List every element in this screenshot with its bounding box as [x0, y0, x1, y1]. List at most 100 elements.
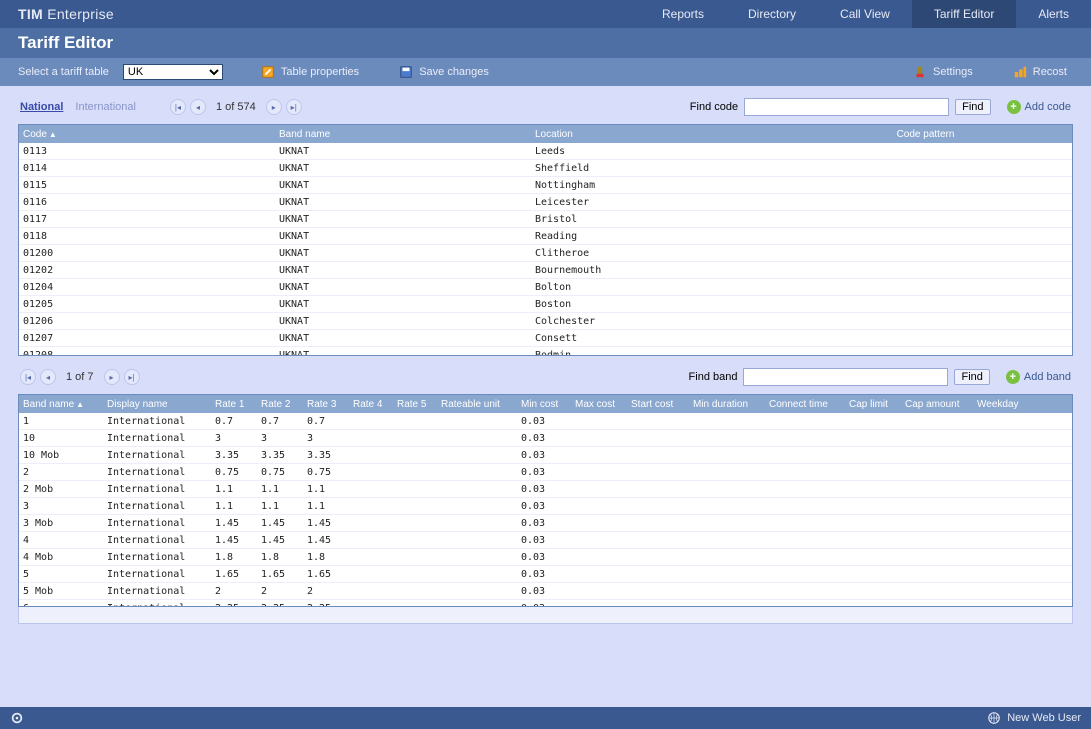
- cell-rate1: 1.8: [211, 552, 257, 563]
- table-row[interactable]: 0116UKNATLeicester: [19, 194, 1072, 211]
- table-row[interactable]: 0114UKNATSheffield: [19, 160, 1072, 177]
- bands-grid-body[interactable]: 1International0.70.70.70.0310Internation…: [19, 413, 1072, 606]
- settings-button[interactable]: Settings: [907, 63, 979, 81]
- table-properties-button[interactable]: Table properties: [255, 63, 365, 81]
- nav-tariff-editor[interactable]: Tariff Editor: [912, 0, 1016, 28]
- find-band-button[interactable]: Find: [954, 369, 989, 385]
- cell-rate2: 2: [257, 586, 303, 597]
- table-row[interactable]: 10International3330.03: [19, 430, 1072, 447]
- table-row[interactable]: 5 MobInternational2220.03: [19, 583, 1072, 600]
- codes-grid-body[interactable]: 0113UKNATLeeds0114UKNATSheffield0115UKNA…: [19, 143, 1072, 355]
- cell-rate2: 1.8: [257, 552, 303, 563]
- bands-header-cap-limit[interactable]: Cap limit: [845, 399, 901, 410]
- table-row[interactable]: 0113UKNATLeeds: [19, 143, 1072, 160]
- cell-min-cost: 0.03: [517, 450, 571, 461]
- codes-header-code[interactable]: Code▲: [19, 129, 275, 140]
- cell-location: Nottingham: [531, 180, 779, 191]
- cell-min-cost: 0.03: [517, 433, 571, 444]
- nav-reports[interactable]: Reports: [640, 0, 726, 28]
- table-row[interactable]: 01208UKNATBodmin: [19, 347, 1072, 355]
- table-row[interactable]: 01207UKNATConsett: [19, 330, 1072, 347]
- bands-header-min-duration[interactable]: Min duration: [689, 399, 765, 410]
- table-row[interactable]: 3International1.11.11.10.03: [19, 498, 1072, 515]
- cell-code: 01200: [19, 248, 275, 259]
- table-row[interactable]: 2International0.750.750.750.03: [19, 464, 1072, 481]
- bands-header-rate1[interactable]: Rate 1: [211, 399, 257, 410]
- bands-header-rate5[interactable]: Rate 5: [393, 399, 437, 410]
- cell-min-cost: 0.03: [517, 501, 571, 512]
- table-row[interactable]: 01205UKNATBoston: [19, 296, 1072, 313]
- codes-pager-next[interactable]: ▸: [266, 99, 282, 115]
- codes-controls: National International |◂ ◂ 1 of 574 ▸ ▸…: [18, 96, 1073, 118]
- location-tabs: National International: [20, 101, 136, 113]
- table-row[interactable]: 4International1.451.451.450.03: [19, 532, 1072, 549]
- bands-header-rateable-unit[interactable]: Rateable unit: [437, 399, 517, 410]
- add-band-link[interactable]: + Add band: [1006, 370, 1071, 384]
- table-row[interactable]: 2 MobInternational1.11.11.10.03: [19, 481, 1072, 498]
- table-row[interactable]: 4 MobInternational1.81.81.80.03: [19, 549, 1072, 566]
- cell-rate3: 0.75: [303, 467, 349, 478]
- save-icon: [399, 65, 413, 79]
- bands-header-cap-amount[interactable]: Cap amount: [901, 399, 973, 410]
- cell-min-cost: 0.03: [517, 467, 571, 478]
- gear-icon[interactable]: [10, 711, 24, 725]
- codes-header-band[interactable]: Band name: [275, 129, 531, 140]
- table-row[interactable]: 5International1.651.651.650.03: [19, 566, 1072, 583]
- codes-pager-prev[interactable]: ◂: [190, 99, 206, 115]
- bands-header-display[interactable]: Display name: [103, 399, 211, 410]
- tab-national[interactable]: National: [20, 101, 63, 113]
- tab-international[interactable]: International: [75, 101, 136, 113]
- table-row[interactable]: 10 MobInternational3.353.353.350.03: [19, 447, 1072, 464]
- cell-rate3: 1.65: [303, 569, 349, 580]
- cell-code: 0116: [19, 197, 275, 208]
- page-title: Tariff Editor: [18, 33, 113, 53]
- table-row[interactable]: 01206UKNATColchester: [19, 313, 1072, 330]
- nav-call-view[interactable]: Call View: [818, 0, 912, 28]
- bands-header-min-cost[interactable]: Min cost: [517, 399, 571, 410]
- table-row[interactable]: 01202UKNATBournemouth: [19, 262, 1072, 279]
- bands-header-start-cost[interactable]: Start cost: [627, 399, 689, 410]
- add-code-link[interactable]: + Add code: [1007, 100, 1071, 114]
- bands-header-band[interactable]: Band name▲: [19, 399, 103, 410]
- table-row[interactable]: 0117UKNATBristol: [19, 211, 1072, 228]
- table-row[interactable]: 01204UKNATBolton: [19, 279, 1072, 296]
- bands-pager-first[interactable]: |◂: [20, 369, 36, 385]
- bands-pager-next[interactable]: ▸: [104, 369, 120, 385]
- bands-header-max-cost[interactable]: Max cost: [571, 399, 627, 410]
- bands-header-rate4[interactable]: Rate 4: [349, 399, 393, 410]
- tariff-table-select[interactable]: UK: [123, 64, 223, 80]
- table-row[interactable]: 0115UKNATNottingham: [19, 177, 1072, 194]
- bands-pager-prev[interactable]: ◂: [40, 369, 56, 385]
- table-row[interactable]: 0118UKNATReading: [19, 228, 1072, 245]
- bands-header-connect-time[interactable]: Connect time: [765, 399, 845, 410]
- cell-display-name: International: [103, 569, 211, 580]
- codes-pager-last[interactable]: ▸|: [286, 99, 302, 115]
- cell-band: UKNAT: [275, 146, 531, 157]
- bands-header-weekday[interactable]: Weekday: [973, 399, 1029, 410]
- codes-header-pattern[interactable]: Code pattern: [779, 129, 1072, 140]
- nav-alerts[interactable]: Alerts: [1016, 0, 1091, 28]
- table-row[interactable]: 01200UKNATClitheroe: [19, 245, 1072, 262]
- find-code-button[interactable]: Find: [955, 99, 990, 115]
- nav-directory[interactable]: Directory: [726, 0, 818, 28]
- footer-user[interactable]: New Web User: [1007, 712, 1081, 724]
- cell-rate3: 1.8: [303, 552, 349, 563]
- codes-grid-header: Code▲ Band name Location Code pattern: [19, 125, 1072, 143]
- find-band-input[interactable]: [743, 368, 948, 386]
- codes-pager-first[interactable]: |◂: [170, 99, 186, 115]
- cell-rate1: 0.7: [211, 416, 257, 427]
- recost-button[interactable]: Recost: [1007, 63, 1073, 81]
- bands-header-rate3[interactable]: Rate 3: [303, 399, 349, 410]
- codes-pager-text: 1 of 574: [216, 101, 256, 113]
- table-row[interactable]: 6International2.252.252.250.03: [19, 600, 1072, 606]
- bands-pager-last[interactable]: ▸|: [124, 369, 140, 385]
- bands-horizontal-scrollbar[interactable]: [18, 607, 1073, 624]
- properties-icon: [261, 65, 275, 79]
- table-row[interactable]: 1International0.70.70.70.03: [19, 413, 1072, 430]
- codes-header-location[interactable]: Location: [531, 129, 779, 140]
- table-row[interactable]: 3 MobInternational1.451.451.450.03: [19, 515, 1072, 532]
- find-code-input[interactable]: [744, 98, 949, 116]
- cell-band: UKNAT: [275, 197, 531, 208]
- save-changes-button[interactable]: Save changes: [393, 63, 495, 81]
- bands-header-rate2[interactable]: Rate 2: [257, 399, 303, 410]
